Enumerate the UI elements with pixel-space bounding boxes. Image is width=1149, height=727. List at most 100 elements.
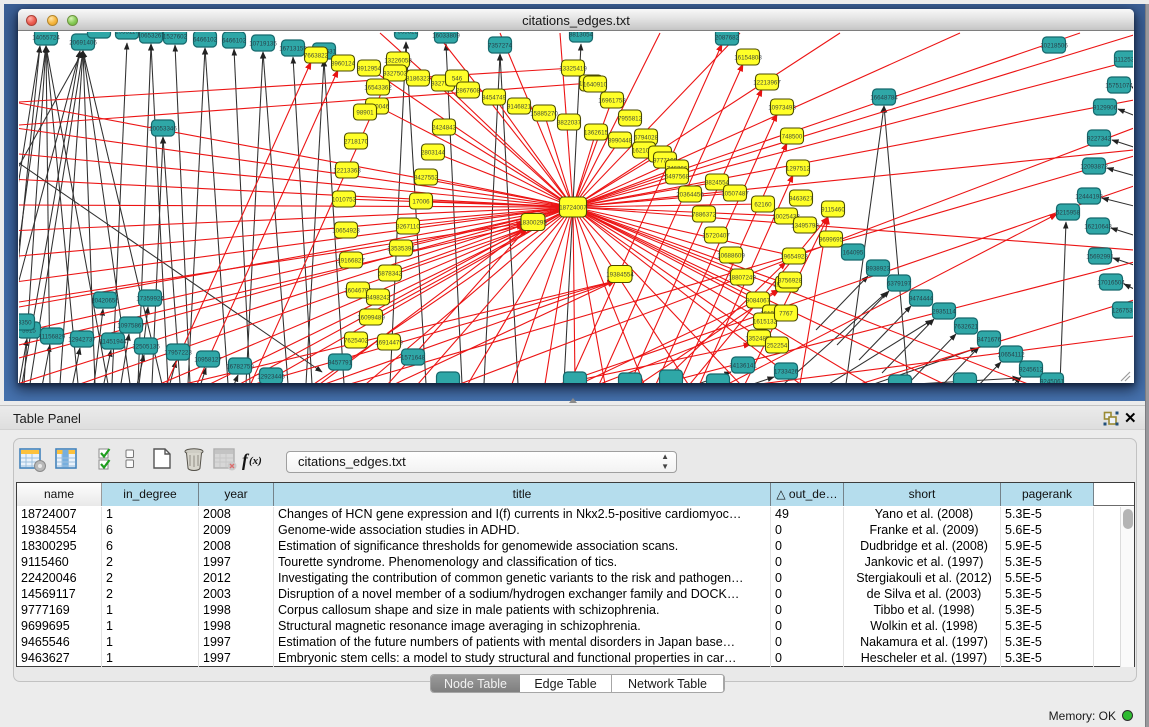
svg-text:6497568: 6497568 bbox=[665, 174, 690, 181]
svg-text:12213967: 12213967 bbox=[753, 80, 781, 87]
svg-text:9227342: 9227342 bbox=[1087, 136, 1112, 143]
svg-text:8427552: 8427552 bbox=[414, 175, 439, 182]
svg-text:1267533: 1267533 bbox=[1112, 308, 1133, 315]
svg-text:9129906: 9129906 bbox=[1093, 105, 1118, 112]
svg-text:16648784: 16648784 bbox=[870, 95, 898, 102]
svg-text:6794028: 6794028 bbox=[634, 135, 659, 142]
svg-text:16713155: 16713155 bbox=[279, 46, 307, 53]
svg-text:10688609: 10688609 bbox=[717, 253, 745, 260]
svg-text:98901: 98901 bbox=[356, 110, 374, 117]
svg-text:15885270: 15885270 bbox=[530, 111, 558, 118]
svg-text:6379197: 6379197 bbox=[887, 281, 912, 288]
svg-text:7632621: 7632621 bbox=[954, 324, 979, 331]
svg-text:3267110: 3267110 bbox=[396, 224, 420, 231]
svg-text:16210643: 16210643 bbox=[1084, 224, 1112, 231]
svg-text:16914479: 16914479 bbox=[375, 340, 403, 347]
svg-text:14055724: 14055724 bbox=[32, 35, 60, 42]
svg-text:88350: 88350 bbox=[19, 320, 32, 327]
svg-text:8813054: 8813054 bbox=[569, 32, 594, 39]
svg-text:1640910: 1640910 bbox=[583, 82, 608, 89]
svg-text:19166827: 19166827 bbox=[337, 258, 365, 265]
svg-text:20691406: 20691406 bbox=[69, 40, 97, 47]
svg-text:2424843: 2424843 bbox=[432, 125, 457, 132]
svg-text:2718170: 2718170 bbox=[344, 139, 369, 146]
svg-text:10973493: 10973493 bbox=[768, 105, 796, 112]
svg-text:16961758: 16961758 bbox=[598, 98, 626, 105]
svg-text:(x): (x) bbox=[249, 455, 262, 467]
svg-text:16099489: 16099489 bbox=[357, 315, 385, 322]
svg-text:10507487: 10507487 bbox=[721, 191, 749, 198]
svg-text:5215958: 5215958 bbox=[1056, 210, 1081, 217]
svg-text:10654112: 10654112 bbox=[997, 352, 1025, 359]
svg-text:12093872: 12093872 bbox=[1080, 164, 1108, 171]
svg-text:13535394: 13535394 bbox=[387, 246, 415, 253]
svg-text:1527602: 1527602 bbox=[163, 34, 188, 41]
svg-text:15751074: 15751074 bbox=[1105, 83, 1133, 90]
svg-text:62160: 62160 bbox=[754, 202, 772, 209]
svg-text:1362615: 1362615 bbox=[584, 130, 609, 137]
svg-text:7955812: 7955812 bbox=[618, 116, 643, 123]
svg-text:12505135: 12505135 bbox=[132, 344, 160, 351]
svg-text:8938923: 8938923 bbox=[866, 266, 891, 273]
svg-text:9474444: 9474444 bbox=[909, 296, 934, 303]
svg-text:20364456: 20364456 bbox=[676, 192, 704, 199]
svg-text:17957223: 17957223 bbox=[164, 350, 192, 357]
svg-text:16543362: 16543362 bbox=[364, 85, 392, 92]
svg-text:1571648: 1571648 bbox=[401, 355, 426, 362]
svg-text:9146821: 9146821 bbox=[507, 104, 532, 111]
svg-text:9327503: 9327503 bbox=[383, 71, 408, 78]
svg-text:3756928: 3756928 bbox=[778, 278, 803, 285]
svg-text:9463627: 9463627 bbox=[789, 196, 814, 203]
svg-text:10958127: 10958127 bbox=[194, 357, 222, 364]
svg-text:10719135: 10719135 bbox=[249, 41, 277, 48]
svg-text:10654923: 10654923 bbox=[332, 228, 360, 235]
svg-text:9084067: 9084067 bbox=[746, 298, 771, 305]
svg-text:12942737: 12942737 bbox=[68, 337, 96, 344]
svg-text:8454749: 8454749 bbox=[482, 95, 507, 102]
svg-text:1733426: 1733426 bbox=[774, 369, 799, 376]
svg-text:8186323: 8186323 bbox=[406, 76, 431, 83]
svg-text:2087682: 2087682 bbox=[715, 35, 740, 42]
svg-text:14136141: 14136141 bbox=[729, 363, 757, 370]
svg-text:10975867: 10975867 bbox=[117, 323, 145, 330]
svg-text:19384554: 19384554 bbox=[606, 272, 634, 279]
svg-text:10218506: 10218506 bbox=[1040, 43, 1068, 50]
svg-text:15692991: 15692991 bbox=[1086, 254, 1114, 261]
svg-text:8912954: 8912954 bbox=[357, 66, 382, 73]
svg-text:9245061: 9245061 bbox=[1040, 379, 1065, 384]
svg-text:2803144: 2803144 bbox=[421, 150, 446, 157]
svg-text:1615132: 1615132 bbox=[753, 319, 778, 326]
svg-text:1010753: 1010753 bbox=[332, 197, 357, 204]
svg-text:7663822: 7663822 bbox=[394, 32, 419, 36]
svg-text:16154808: 16154808 bbox=[734, 55, 762, 62]
svg-text:8990448: 8990448 bbox=[608, 138, 633, 145]
svg-text:12444193: 12444193 bbox=[1075, 194, 1103, 201]
svg-text:1112530: 1112530 bbox=[1114, 57, 1133, 64]
svg-text:18300295: 18300295 bbox=[519, 220, 547, 227]
svg-text:8498242: 8498242 bbox=[366, 295, 391, 302]
svg-text:1953117: 1953117 bbox=[115, 32, 139, 36]
svg-text:2935114: 2935114 bbox=[932, 309, 956, 316]
svg-text:164095: 164095 bbox=[843, 250, 864, 257]
svg-text:9699695: 9699695 bbox=[819, 237, 844, 244]
svg-text:12923446: 12923446 bbox=[257, 374, 285, 381]
svg-text:2867608: 2867608 bbox=[456, 88, 481, 95]
svg-text:20053346: 20053346 bbox=[149, 126, 177, 133]
svg-text:5878342: 5878342 bbox=[378, 271, 403, 278]
svg-text:17359924: 17359924 bbox=[136, 296, 164, 303]
svg-text:13226058: 13226058 bbox=[384, 58, 412, 65]
svg-text:13495798: 13495798 bbox=[791, 223, 819, 230]
svg-text:748500: 748500 bbox=[782, 134, 803, 141]
svg-text:9457791: 9457791 bbox=[328, 360, 353, 367]
svg-text:3822037: 3822037 bbox=[557, 120, 582, 127]
svg-text:1297512: 1297512 bbox=[786, 166, 811, 173]
svg-text:18807249: 18807249 bbox=[728, 275, 756, 282]
svg-text:7886372: 7886372 bbox=[692, 212, 717, 219]
svg-text:11156829: 11156829 bbox=[39, 334, 66, 341]
svg-text:6466102: 6466102 bbox=[193, 37, 218, 44]
svg-text:9115460: 9115460 bbox=[821, 207, 845, 214]
svg-text:17016504: 17016504 bbox=[1097, 280, 1125, 287]
svg-text:7625402: 7625402 bbox=[344, 338, 369, 345]
svg-text:8471676: 8471676 bbox=[977, 337, 1002, 344]
svg-text:15720407: 15720407 bbox=[702, 233, 730, 240]
